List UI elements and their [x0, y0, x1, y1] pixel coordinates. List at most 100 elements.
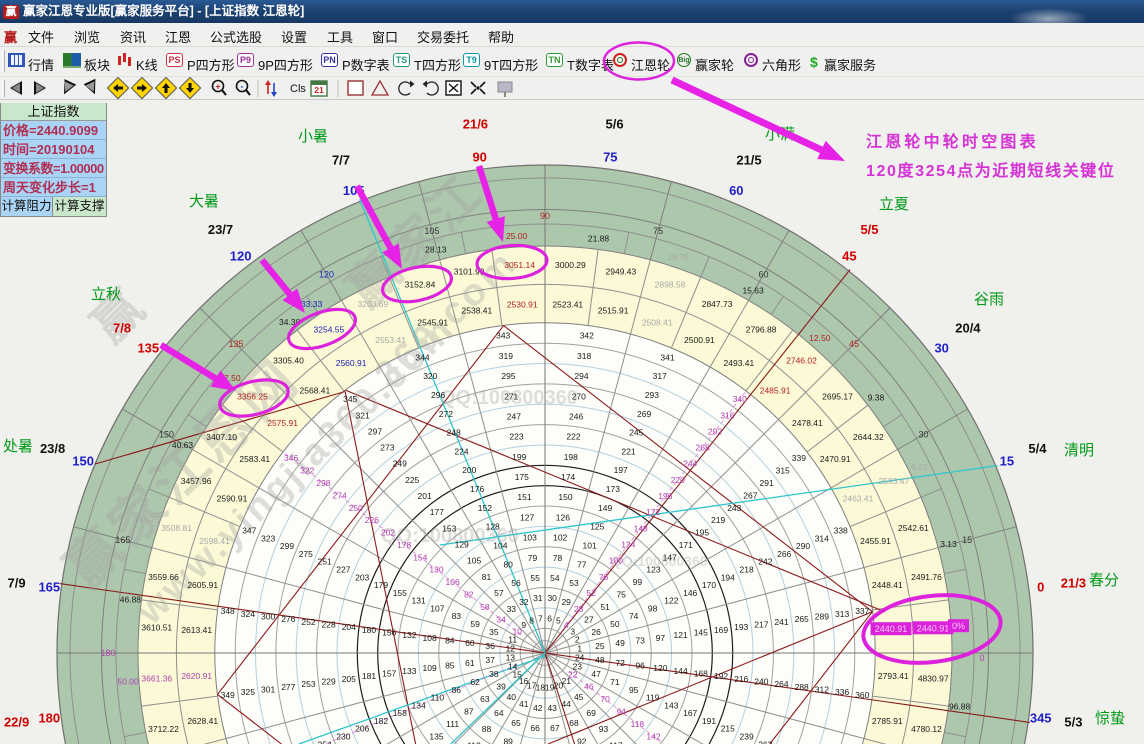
svg-text:205: 205	[342, 674, 356, 684]
svg-text:154: 154	[413, 552, 427, 562]
svg-text:202: 202	[381, 528, 395, 538]
svg-text:38: 38	[489, 669, 499, 679]
svg-text:129: 129	[455, 540, 469, 550]
svg-text:153: 153	[442, 523, 456, 533]
svg-text:182: 182	[374, 716, 388, 726]
svg-text:3661.36: 3661.36	[141, 673, 172, 683]
svg-text:155: 155	[393, 588, 407, 598]
svg-text:21/6: 21/6	[463, 117, 488, 132]
svg-text:32: 32	[519, 597, 529, 607]
svg-text:清明: 清明	[1064, 442, 1094, 459]
svg-text:80: 80	[503, 559, 513, 569]
svg-text:43.75: 43.75	[138, 515, 160, 525]
svg-text:111: 111	[446, 719, 459, 729]
svg-text:2463.41: 2463.41	[843, 494, 874, 504]
svg-text:79: 79	[528, 553, 538, 563]
svg-text:68: 68	[569, 718, 579, 728]
svg-text:142: 142	[646, 731, 660, 741]
svg-text:100: 100	[609, 556, 623, 566]
svg-text:156: 156	[382, 628, 396, 638]
svg-text:276: 276	[281, 614, 295, 624]
svg-text:192: 192	[714, 671, 728, 681]
svg-text:191: 191	[702, 716, 716, 726]
svg-text:167: 167	[683, 708, 697, 718]
svg-text:大暑: 大暑	[189, 193, 219, 210]
svg-text:3000.29: 3000.29	[555, 260, 586, 270]
svg-text:117: 117	[609, 740, 623, 744]
svg-text:2560.91: 2560.91	[336, 358, 367, 368]
svg-text:271: 271	[504, 391, 518, 401]
svg-text:2568.41: 2568.41	[300, 386, 331, 396]
svg-text:72: 72	[615, 658, 625, 668]
svg-text:34: 34	[496, 614, 506, 624]
svg-text:152: 152	[478, 503, 492, 513]
svg-text:7/7: 7/7	[332, 153, 350, 168]
svg-text:0: 0	[1037, 580, 1044, 595]
svg-text:2508.41: 2508.41	[642, 318, 673, 328]
svg-text:321: 321	[356, 410, 370, 420]
svg-text:Cls: Cls	[290, 83, 306, 95]
svg-text:312: 312	[815, 685, 829, 695]
svg-text:121: 121	[674, 630, 688, 640]
svg-text:204: 204	[342, 622, 356, 632]
svg-text:313: 313	[835, 609, 849, 619]
svg-text:15.63: 15.63	[742, 286, 764, 296]
svg-text:120: 120	[230, 248, 252, 263]
svg-text:176: 176	[470, 484, 484, 494]
svg-text:2793.41: 2793.41	[878, 671, 909, 681]
svg-text:203: 203	[355, 572, 369, 582]
svg-text:44: 44	[561, 699, 571, 709]
svg-text:7/8: 7/8	[113, 321, 131, 336]
svg-text:109: 109	[423, 663, 437, 673]
svg-text:69: 69	[586, 708, 596, 718]
svg-text:342: 342	[580, 331, 594, 341]
svg-text:75: 75	[653, 226, 663, 236]
svg-text:2695.17: 2695.17	[822, 392, 853, 402]
svg-text:298: 298	[316, 478, 330, 488]
svg-text:4780.12: 4780.12	[911, 724, 942, 734]
svg-text:119: 119	[646, 693, 660, 703]
svg-text:107: 107	[430, 603, 444, 613]
svg-text:168: 168	[694, 669, 708, 679]
svg-text:25: 25	[595, 641, 605, 651]
svg-text:3254.55: 3254.55	[314, 325, 345, 335]
svg-text:30: 30	[934, 341, 948, 356]
svg-text:9.38: 9.38	[868, 393, 885, 403]
svg-text:174: 174	[561, 472, 575, 482]
svg-text:101: 101	[583, 540, 597, 550]
svg-text:90: 90	[540, 211, 550, 221]
svg-text:147: 147	[663, 552, 677, 562]
svg-text:133: 133	[402, 666, 416, 676]
svg-text:28: 28	[574, 604, 584, 614]
svg-text:3: 3	[570, 627, 575, 637]
svg-text:37: 37	[485, 655, 495, 665]
svg-text:2628.41: 2628.41	[187, 716, 218, 726]
svg-text:215: 215	[721, 724, 735, 734]
svg-text:323: 323	[261, 533, 275, 543]
svg-text:240: 240	[754, 677, 768, 687]
svg-text:221: 221	[621, 446, 635, 456]
svg-text:243: 243	[727, 503, 741, 513]
svg-text:35: 35	[489, 627, 499, 637]
svg-text:322: 322	[300, 466, 314, 476]
svg-text:64: 64	[494, 708, 504, 718]
svg-text:316: 316	[720, 410, 734, 420]
svg-text:51: 51	[600, 602, 610, 612]
svg-text:61: 61	[465, 658, 475, 668]
svg-text:45: 45	[574, 692, 584, 702]
svg-text:62: 62	[470, 677, 480, 687]
svg-text:180: 180	[100, 648, 115, 658]
svg-text:+: +	[215, 82, 220, 92]
svg-text:3203.69: 3203.69	[358, 299, 389, 309]
svg-text:158: 158	[393, 708, 407, 718]
svg-text:132: 132	[402, 630, 416, 640]
svg-text:248: 248	[447, 428, 461, 438]
svg-text:254: 254	[318, 739, 332, 744]
svg-text:299: 299	[280, 541, 294, 551]
svg-text:5: 5	[556, 616, 561, 626]
svg-text:97: 97	[656, 633, 666, 643]
svg-text:266: 266	[777, 549, 791, 559]
svg-text:46.88: 46.88	[120, 595, 142, 605]
svg-text:199: 199	[512, 452, 526, 462]
svg-text:194: 194	[721, 572, 735, 582]
